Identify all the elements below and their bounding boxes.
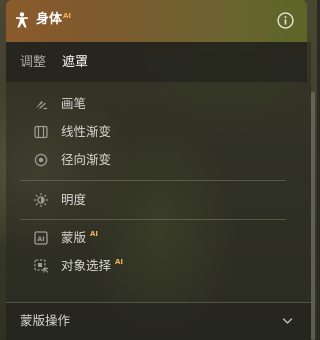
menu-item-label: 蒙版 AI xyxy=(61,230,99,245)
menu-item-label: 径向渐变 xyxy=(61,152,112,167)
linear-gradient-icon xyxy=(34,125,48,139)
ai-badge: AI xyxy=(63,12,72,20)
menu-item-label: 画笔 xyxy=(61,96,87,111)
menu-item-luminance[interactable]: 明度 xyxy=(20,190,286,212)
chevron-down-icon[interactable] xyxy=(282,317,293,325)
section-title: 身体AI xyxy=(36,12,72,27)
mask-panel-stage: 身体AI 调整 遮罩 画笔 线性渐变 径向渐变 明度 AI 蒙版 AI 对象选择… xyxy=(0,0,317,340)
menu-item-radial-gradient[interactable]: 径向渐变 xyxy=(20,150,286,172)
divider xyxy=(20,180,286,181)
ai-badge: AI xyxy=(115,258,124,266)
brush-icon xyxy=(35,101,48,110)
ai-badge: AI xyxy=(90,230,99,238)
person-icon xyxy=(16,12,28,28)
menu-item-select-object[interactable]: 对象选择 AI xyxy=(20,256,286,278)
menu-item-ai-mask[interactable]: AI 蒙版 AI xyxy=(20,228,286,250)
section-header[interactable]: 身体AI xyxy=(6,0,307,42)
tab-adjust[interactable]: 调整 xyxy=(20,55,46,71)
divider xyxy=(20,219,286,220)
ai-mask-icon: AI xyxy=(34,231,48,245)
radial-gradient-icon xyxy=(34,153,48,167)
mask-panel: 调整 遮罩 画笔 线性渐变 径向渐变 明度 AI 蒙版 AI 对象选择 AI 蒙… xyxy=(6,42,311,340)
info-icon[interactable] xyxy=(277,12,294,29)
mask-actions-label: 蒙版操作 xyxy=(20,313,71,328)
menu-item-label: 对象选择 AI xyxy=(61,258,124,273)
mask-actions-section[interactable]: 蒙版操作 xyxy=(6,302,311,340)
menu-item-label: 线性渐变 xyxy=(61,124,112,139)
scrollbar[interactable] xyxy=(311,92,315,340)
svg-text:AI: AI xyxy=(37,235,44,243)
menu-item-linear-gradient[interactable]: 线性渐变 xyxy=(20,122,286,144)
tab-mask[interactable]: 遮罩 xyxy=(62,55,88,71)
select-object-icon xyxy=(34,259,48,273)
menu-item-brush[interactable]: 画笔 xyxy=(20,94,286,116)
tab-bar: 调整 遮罩 xyxy=(6,42,307,82)
brightness-icon xyxy=(34,193,48,207)
menu-item-label: 明度 xyxy=(61,192,87,207)
